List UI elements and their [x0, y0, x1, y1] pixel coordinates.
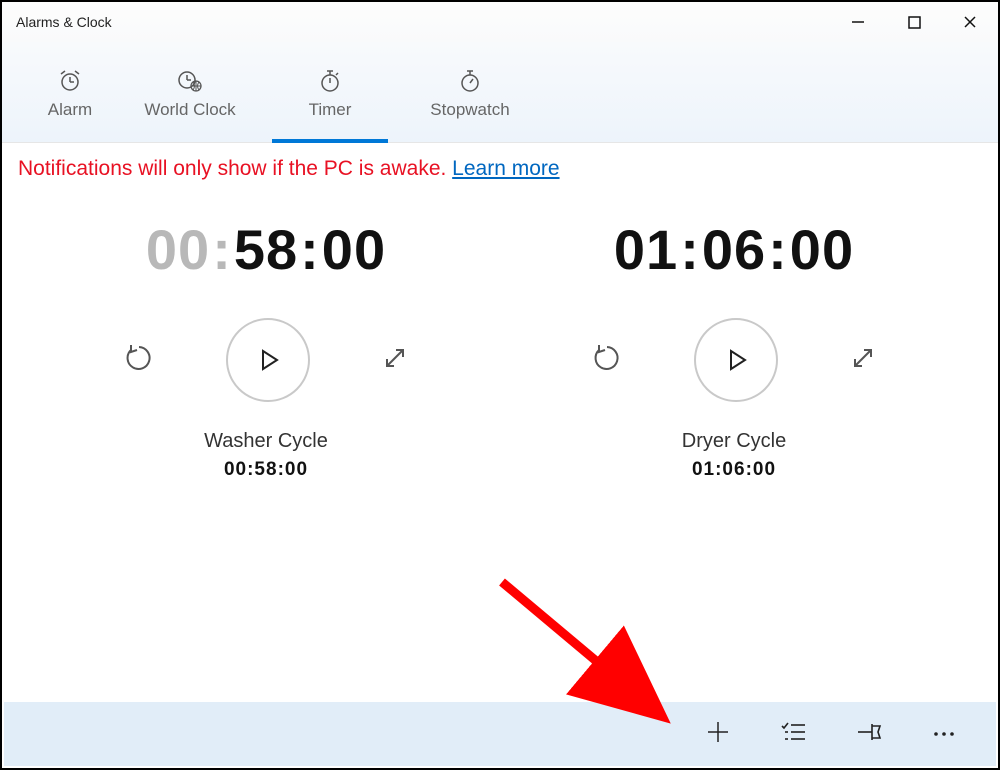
world-clock-icon [177, 70, 203, 92]
more-button[interactable] [932, 725, 956, 743]
window-controls [830, 2, 998, 42]
tab-world-clock[interactable]: World Clock [120, 70, 260, 142]
ellipsis-icon [932, 730, 956, 738]
tab-timer[interactable]: Timer [260, 70, 400, 142]
timer-list: 00:58:00 Washer Cycle 00:58:00 01:06:00 [2, 197, 998, 481]
tab-label: Alarm [48, 100, 92, 120]
title-bar: Alarms & Clock [2, 2, 998, 42]
pin-button[interactable] [856, 722, 882, 747]
timer-controls [500, 318, 968, 402]
expand-icon [382, 345, 408, 371]
reset-icon [592, 343, 622, 373]
add-timer-button[interactable] [706, 720, 730, 749]
close-button[interactable] [942, 2, 998, 42]
timer-seconds: 00 [322, 217, 386, 282]
notification-text: Notifications will only show if the PC i… [18, 157, 452, 180]
timer-duration: 01:06:00 [692, 459, 776, 481]
timer-display: 00:58:00 [146, 217, 386, 282]
reset-button[interactable] [592, 343, 622, 378]
timer-name: Dryer Cycle [682, 430, 786, 453]
tab-stopwatch[interactable]: Stopwatch [400, 70, 540, 142]
edit-timers-button[interactable] [780, 722, 806, 747]
alarm-icon [58, 70, 82, 92]
maximize-icon [908, 16, 921, 29]
timer-hours: 00 [146, 217, 210, 282]
expand-button[interactable] [382, 345, 408, 376]
pin-icon [856, 722, 882, 742]
timer-hours: 01 [614, 217, 678, 282]
expand-icon [850, 345, 876, 371]
reset-button[interactable] [124, 343, 154, 378]
timer-name: Washer Cycle [204, 430, 328, 453]
list-check-icon [780, 722, 806, 742]
play-icon [255, 347, 281, 373]
learn-more-link[interactable]: Learn more [452, 157, 559, 180]
tab-label: Stopwatch [430, 100, 509, 120]
timer-minutes: 58 [234, 217, 298, 282]
tab-label: Timer [309, 100, 352, 120]
tab-active-indicator [272, 139, 388, 143]
timer-display: 01:06:00 [614, 217, 854, 282]
expand-button[interactable] [850, 345, 876, 376]
timer-card: 01:06:00 Dryer Cycle 01:06:00 [500, 217, 968, 481]
tab-label: World Clock [144, 100, 235, 120]
window-title: Alarms & Clock [16, 14, 112, 30]
tab-bar: Alarm World Clock Timer Stopwatch [2, 42, 998, 143]
maximize-button[interactable] [886, 2, 942, 42]
notification-banner: Notifications will only show if the PC i… [2, 143, 998, 197]
close-icon [963, 15, 977, 29]
timer-seconds: 00 [790, 217, 854, 282]
play-icon [723, 347, 749, 373]
plus-icon [706, 720, 730, 744]
minimize-button[interactable] [830, 2, 886, 42]
timer-icon [319, 70, 341, 92]
tab-alarm[interactable]: Alarm [20, 70, 120, 142]
app-window: Alarms & Clock Alarm World Clock [0, 0, 1000, 770]
timer-duration: 00:58:00 [224, 459, 308, 481]
timer-controls [32, 318, 500, 402]
stopwatch-icon [459, 70, 481, 92]
timer-card: 00:58:00 Washer Cycle 00:58:00 [32, 217, 500, 481]
command-bar [4, 702, 996, 766]
timer-minutes: 06 [702, 217, 766, 282]
reset-icon [124, 343, 154, 373]
play-button[interactable] [694, 318, 778, 402]
play-button[interactable] [226, 318, 310, 402]
minimize-icon [851, 15, 865, 29]
